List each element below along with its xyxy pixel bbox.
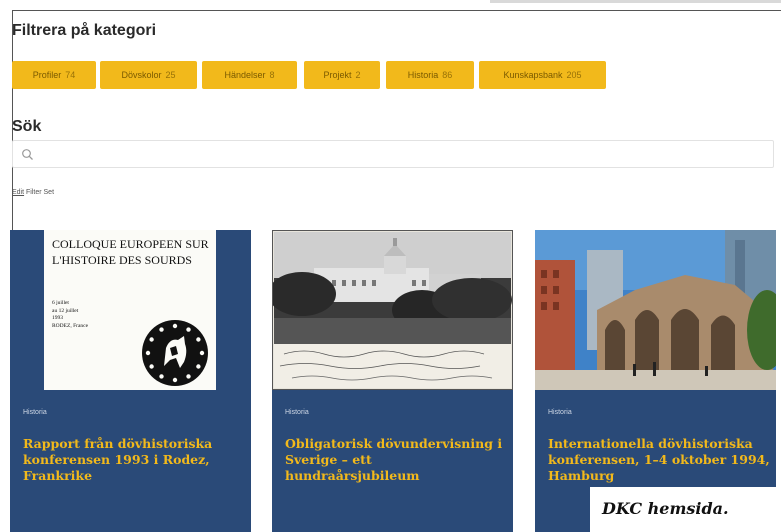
chip-count: 74	[65, 70, 76, 80]
edit-link-rest: Filter Set	[24, 189, 55, 196]
chip-label: Historia	[407, 70, 439, 80]
card-title[interactable]: Obligatorisk dövundervisning i Sverige –…	[285, 436, 507, 484]
church-ruin-photo-image	[535, 230, 776, 390]
filter-chip-dovskolor[interactable]: Dövskolor 25	[100, 61, 197, 89]
conference-poster-image: COLLOQUE EUROPEEN SUR L'HISTOIRE DES SOU…	[44, 230, 216, 390]
figure-caption: DKC hemsida.	[602, 499, 729, 518]
top-edge-strip	[490, 0, 781, 3]
card-image	[272, 230, 513, 390]
chip-label: Kunskapsbank	[503, 70, 563, 80]
frame-border	[12, 10, 781, 11]
filter-chip-profiler[interactable]: Profiler 74	[12, 61, 96, 89]
chip-count: 8	[269, 70, 275, 80]
search-input[interactable]	[41, 145, 761, 165]
chip-label: Dövskolor	[121, 70, 162, 80]
filter-chip-historia[interactable]: Historia 86	[386, 61, 474, 89]
chip-label: Projekt	[323, 70, 352, 80]
card-category: Historia	[548, 409, 572, 416]
edit-filter-set-link[interactable]: Edit Filter Set	[12, 189, 54, 196]
article-card[interactable]: COLLOQUE EUROPEEN SUR L'HISTOIRE DES SOU…	[10, 230, 251, 532]
caption-box: DKC hemsida.	[590, 487, 781, 532]
card-title[interactable]: Internationella dövhistoriska konferense…	[548, 436, 770, 484]
card-image	[535, 230, 776, 390]
chip-count: 25	[165, 70, 176, 80]
chip-label: Profiler	[32, 70, 62, 80]
filter-chip-projekt[interactable]: Projekt 2	[304, 61, 380, 89]
historic-postcard-image	[272, 230, 513, 390]
filter-chip-handelser[interactable]: Händelser 8	[202, 61, 297, 89]
card-category: Historia	[23, 409, 47, 416]
filter-heading: Filtrera på kategori	[12, 22, 157, 39]
card-title[interactable]: Rapport från dövhistoriska konferensen 1…	[23, 436, 245, 484]
chip-count: 86	[442, 70, 453, 80]
article-card[interactable]: Historia Obligatorisk dövundervisning i …	[272, 230, 513, 532]
edit-link-label: Edit	[12, 189, 25, 196]
card-image: COLLOQUE EUROPEEN SUR L'HISTOIRE DES SOU…	[10, 230, 251, 390]
search-heading: Sök	[12, 118, 42, 135]
deaf-history-seal-icon	[142, 320, 208, 386]
search-icon	[22, 149, 33, 160]
poster-title: COLLOQUE EUROPEEN SUR L'HISTOIRE DES SOU…	[52, 237, 209, 267]
card-category: Historia	[285, 409, 309, 416]
chip-label: Händelser	[224, 70, 266, 80]
search-field[interactable]	[12, 140, 774, 168]
chip-count: 205	[566, 70, 582, 80]
poster-dates: 6 juillet au 12 juillet 1993 RODEZ, Fran…	[52, 300, 89, 329]
filter-chip-kunskapsbank[interactable]: Kunskapsbank 205	[479, 61, 606, 89]
chip-count: 2	[355, 70, 361, 80]
